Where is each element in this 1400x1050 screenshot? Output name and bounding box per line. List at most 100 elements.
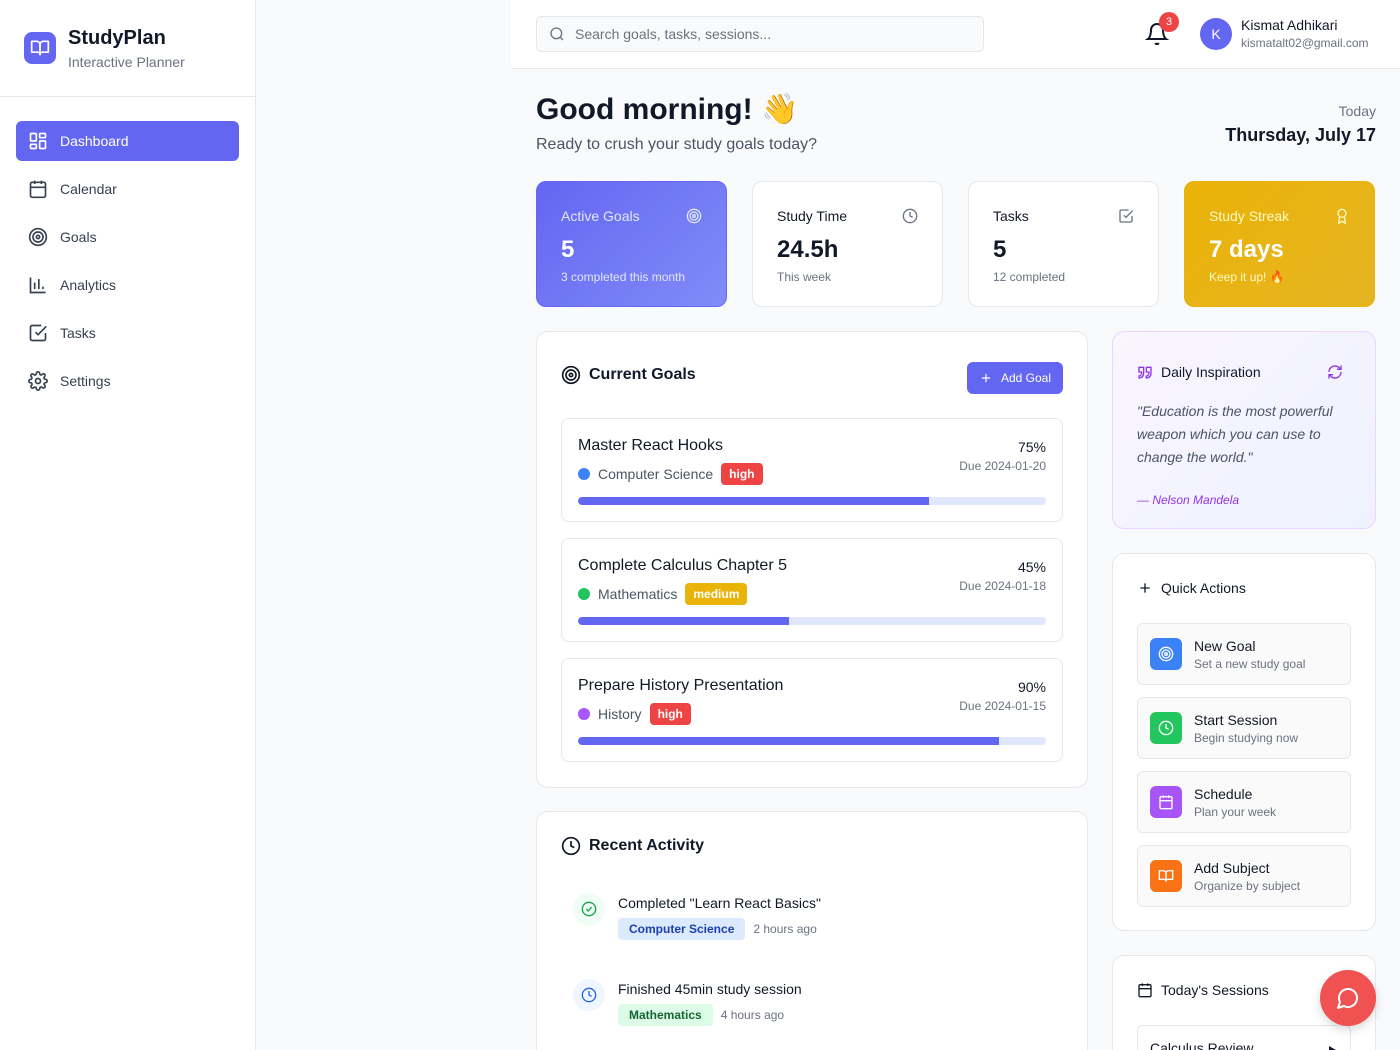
sidebar-item-label: Tasks bbox=[60, 325, 96, 341]
chat-fab-button[interactable] bbox=[1320, 970, 1376, 1026]
subject-dot bbox=[578, 588, 590, 600]
start-session-button[interactable]: Start Session Begin studying now bbox=[1137, 697, 1351, 759]
search-input[interactable] bbox=[575, 26, 955, 42]
plus-icon bbox=[1140, 583, 1150, 593]
panel-title: Recent Activity bbox=[561, 836, 704, 856]
activity-item: Finished 45min study session Mathematics… bbox=[573, 979, 802, 1026]
today-block: Today Thursday, July 17 bbox=[1225, 103, 1376, 146]
quote-author: — Nelson Mandela bbox=[1137, 493, 1240, 507]
goal-card[interactable]: Prepare History Presentation History hig… bbox=[561, 658, 1063, 762]
quote-text: "Education is the most powerful weapon w… bbox=[1137, 403, 1333, 465]
goal-progress-info: 45% Due 2024-01-18 bbox=[959, 559, 1046, 593]
panel-title: Daily Inspiration bbox=[1137, 364, 1351, 380]
panel-title: Today's Sessions bbox=[1137, 982, 1269, 998]
activity-time: 2 hours ago bbox=[753, 922, 817, 936]
goal-due-date: Due 2024-01-20 bbox=[959, 459, 1046, 473]
quick-action-title: Schedule bbox=[1194, 785, 1253, 802]
activity-item: Completed "Learn React Basics" Computer … bbox=[573, 893, 821, 940]
goal-progress-info: 75% Due 2024-01-20 bbox=[959, 439, 1046, 473]
add-goal-label: Add Goal bbox=[1000, 371, 1051, 385]
stat-sub: 3 completed this month bbox=[561, 270, 686, 284]
avatar: K bbox=[1200, 17, 1232, 50]
subject-tag: Computer Science bbox=[618, 918, 746, 940]
session-title: Calculus Review bbox=[1150, 1040, 1254, 1050]
sidebar-item-label: Analytics bbox=[60, 277, 117, 293]
quick-actions-panel: Quick Actions New Goal Set a new study g… bbox=[1112, 553, 1376, 931]
progress-bar bbox=[578, 737, 1046, 745]
new-goal-button[interactable]: New Goal Set a new study goal bbox=[1137, 623, 1351, 685]
activity-meta: Mathematics 4 hours ago bbox=[618, 1004, 802, 1026]
chat-icon bbox=[1337, 988, 1358, 1009]
play-icon[interactable] bbox=[1326, 1044, 1338, 1050]
activity-time: 4 hours ago bbox=[720, 1008, 785, 1022]
stat-label: Study Time bbox=[777, 208, 848, 224]
user-email: kismatalt02@gmail.com bbox=[1241, 36, 1369, 50]
stat-value: 5 bbox=[993, 236, 1007, 263]
stat-card-study-time: Study Time 24.5h This week bbox=[752, 181, 943, 307]
priority-badge: high bbox=[649, 703, 691, 725]
sidebar-item-settings[interactable]: Settings bbox=[16, 361, 239, 401]
activity-text: Completed "Learn React Basics" bbox=[618, 895, 821, 911]
stat-value: 5 bbox=[561, 236, 575, 263]
today-label: Today bbox=[1338, 103, 1376, 119]
page-title: Good morning! 👋 bbox=[536, 93, 799, 126]
stat-label: Tasks bbox=[993, 208, 1029, 224]
user-menu[interactable]: K Kismat Adhikari kismatalt02@gmail.com bbox=[1200, 17, 1369, 50]
calendar-icon bbox=[1150, 786, 1182, 818]
sidebar-item-label: Dashboard bbox=[60, 133, 129, 149]
goal-card[interactable]: Master React Hooks Computer Science high… bbox=[561, 418, 1063, 522]
greeting: Good morning! 👋 Ready to crush your stud… bbox=[536, 90, 817, 154]
quick-action-sub: Set a new study goal bbox=[1194, 656, 1306, 671]
session-item[interactable]: Calculus Review bbox=[1137, 1025, 1351, 1050]
sidebar-item-dashboard[interactable]: Dashboard bbox=[16, 121, 239, 161]
book-open-icon bbox=[24, 32, 56, 64]
quick-action-sub: Plan your week bbox=[1194, 804, 1277, 819]
stat-sub: This week bbox=[777, 270, 832, 284]
stat-value: 7 days bbox=[1209, 236, 1284, 263]
inspiration-title: Daily Inspiration bbox=[1161, 364, 1261, 380]
priority-badge: medium bbox=[685, 583, 748, 605]
todays-sessions-title: Today's Sessions bbox=[1161, 982, 1269, 998]
book-open-icon bbox=[1150, 860, 1182, 892]
quote-icon bbox=[1138, 366, 1152, 379]
schedule-button[interactable]: Schedule Plan your week bbox=[1137, 771, 1351, 833]
panel-title: Quick Actions bbox=[1137, 580, 1246, 596]
clock-icon bbox=[573, 979, 605, 1011]
quick-actions-title: Quick Actions bbox=[1161, 580, 1246, 596]
stat-label: Active Goals bbox=[561, 208, 640, 224]
activity-text: Finished 45min study session bbox=[618, 981, 802, 997]
sidebar-item-label: Settings bbox=[60, 373, 111, 389]
dashboard-icon bbox=[29, 132, 47, 150]
calendar-icon bbox=[29, 180, 47, 199]
quick-action-title: Add Subject bbox=[1194, 859, 1270, 876]
refresh-icon[interactable] bbox=[1327, 364, 1343, 380]
goal-percent: 45% bbox=[1017, 559, 1046, 575]
add-goal-button[interactable]: Add Goal bbox=[966, 362, 1063, 394]
daily-inspiration-panel: Daily Inspiration "Education is the most… bbox=[1112, 331, 1376, 529]
progress-fill bbox=[578, 617, 789, 625]
goal-due-date: Due 2024-01-15 bbox=[959, 699, 1046, 713]
subject-tag: Mathematics bbox=[618, 1004, 713, 1026]
calendar-icon bbox=[1138, 983, 1152, 998]
quick-action-title: New Goal bbox=[1194, 637, 1256, 654]
clock-icon bbox=[902, 208, 918, 224]
sidebar-item-calendar[interactable]: Calendar bbox=[16, 169, 239, 209]
goal-percent: 90% bbox=[1017, 679, 1046, 695]
goal-progress-info: 90% Due 2024-01-15 bbox=[959, 679, 1046, 713]
user-name: Kismat Adhikari bbox=[1241, 17, 1338, 33]
brand-title: StudyPlan bbox=[68, 26, 166, 49]
check-square-icon bbox=[1119, 209, 1134, 223]
current-goals-title: Current Goals bbox=[589, 366, 696, 383]
target-icon bbox=[686, 208, 702, 224]
sidebar-item-goals[interactable]: Goals bbox=[16, 217, 239, 257]
plus-icon bbox=[981, 373, 991, 383]
target-icon bbox=[1150, 638, 1182, 670]
target-icon bbox=[561, 365, 581, 385]
sidebar-item-tasks[interactable]: Tasks bbox=[16, 313, 239, 353]
stat-card-active-goals: Active Goals 5 3 completed this month bbox=[536, 181, 727, 307]
sidebar-item-analytics[interactable]: Analytics bbox=[16, 265, 239, 305]
quick-action-title: Start Session bbox=[1194, 711, 1278, 728]
goal-due-date: Due 2024-01-18 bbox=[959, 579, 1046, 593]
goal-card[interactable]: Complete Calculus Chapter 5 Mathematics … bbox=[561, 538, 1063, 642]
add-subject-button[interactable]: Add Subject Organize by subject bbox=[1137, 845, 1351, 907]
